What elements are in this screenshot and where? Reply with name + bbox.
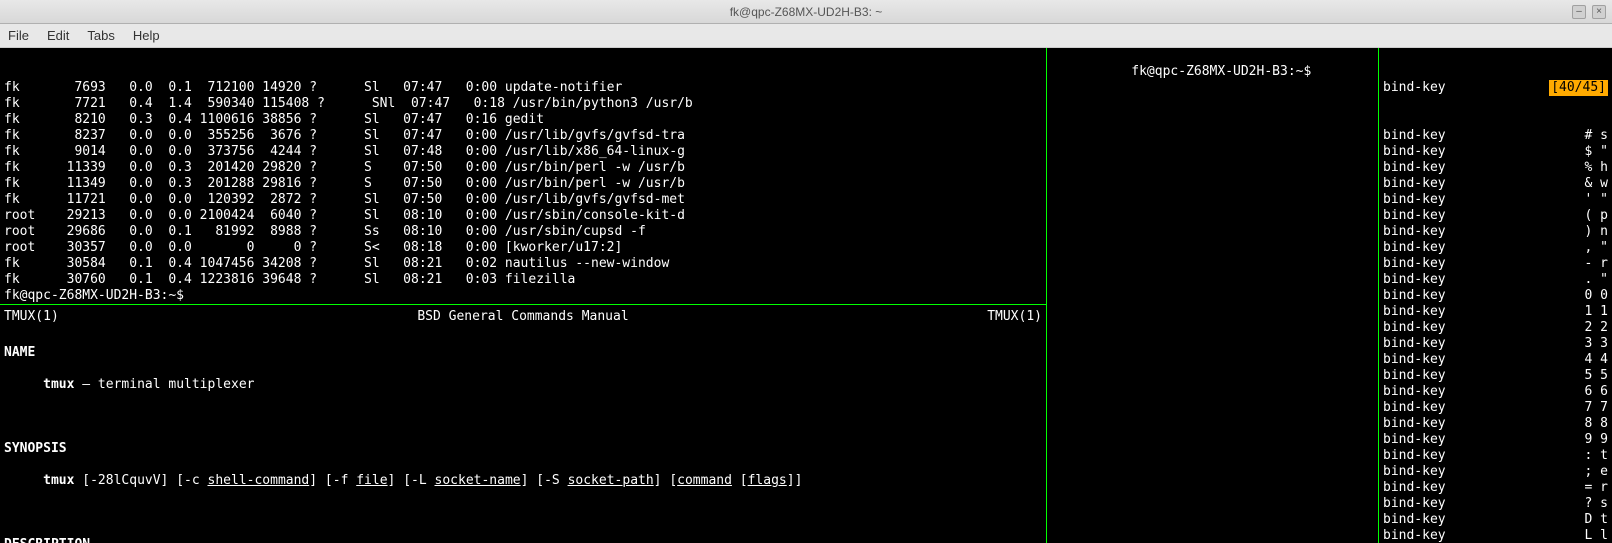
man-synopsis-line: tmux [-28lCquvV] [-c shell-command] [-f …	[4, 473, 1042, 489]
man-header-center: BSD General Commands Manual	[417, 309, 628, 325]
bindkey-counter: [40/45]	[1549, 80, 1608, 96]
window-title: fk@qpc-Z68MX-UD2H-B3: ~	[730, 5, 883, 19]
bindkey-row: bind-key8 8	[1383, 416, 1608, 432]
bindkey-row: bind-key= r	[1383, 480, 1608, 496]
bindkey-row: bind-keyD t	[1383, 512, 1608, 528]
menu-edit[interactable]: Edit	[47, 28, 69, 43]
ps-row: root 29213 0.0 0.0 2100424 6040 ? Sl 08:…	[4, 208, 1042, 224]
ps-row: fk 7693 0.0 0.1 712100 14920 ? Sl 07:47 …	[4, 80, 1042, 96]
man-header-left: TMUX(1)	[4, 309, 59, 325]
bindkey-row: bind-key; e	[1383, 464, 1608, 480]
bindkey-row: bind-key. "	[1383, 272, 1608, 288]
man-name-line: tmux — terminal multiplexer	[4, 377, 1042, 393]
bindkey-row: bind-key' "	[1383, 192, 1608, 208]
ps-row: fk 11339 0.0 0.3 201420 29820 ? S 07:50 …	[4, 160, 1042, 176]
ps-row: fk 11721 0.0 0.0 120392 2872 ? Sl 07:50 …	[4, 192, 1042, 208]
bindkey-row: bind-keyL l	[1383, 528, 1608, 543]
bindkey-row: bind-key( p	[1383, 208, 1608, 224]
bindkey-row: bind-key? s	[1383, 496, 1608, 512]
ps-row: fk 8237 0.0 0.0 355256 3676 ? Sl 07:47 0…	[4, 128, 1042, 144]
bindkey-row: bind-key5 5	[1383, 368, 1608, 384]
menu-help[interactable]: Help	[133, 28, 160, 43]
ps-row: fk 8210 0.3 0.4 1100616 38856 ? Sl 07:47…	[4, 112, 1042, 128]
minimize-button[interactable]: –	[1572, 5, 1586, 19]
ps-prompt[interactable]: fk@qpc-Z68MX-UD2H-B3:~$	[4, 288, 1042, 304]
bindkey-row: bind-key7 7	[1383, 400, 1608, 416]
ps-row: fk 11349 0.0 0.3 201288 29816 ? S 07:50 …	[4, 176, 1042, 192]
close-button[interactable]: ×	[1592, 5, 1606, 19]
man-section-description: DESCRIPTION	[4, 537, 1042, 543]
bindkey-row: bind-key& w	[1383, 176, 1608, 192]
ps-row: fk 9014 0.0 0.0 373756 4244 ? Sl 07:48 0…	[4, 144, 1042, 160]
shell-prompt: fk@qpc-Z68MX-UD2H-B3:~$	[1131, 64, 1311, 79]
bindkey-row: bind-key- r	[1383, 256, 1608, 272]
bindkey-row: bind-key) n	[1383, 224, 1608, 240]
bindkey-row: bind-key1 1	[1383, 304, 1608, 320]
menu-tabs[interactable]: Tabs	[87, 28, 114, 43]
titlebar[interactable]: fk@qpc-Z68MX-UD2H-B3: ~ – ×	[0, 0, 1612, 24]
man-pane[interactable]: TMUX(1) BSD General Commands Manual TMUX…	[0, 305, 1046, 543]
ps-pane[interactable]: fk 7693 0.0 0.1 712100 14920 ? Sl 07:47 …	[0, 48, 1046, 305]
bindkey-row: bind-key9 9	[1383, 432, 1608, 448]
bindkey-label: bind-key	[1383, 80, 1446, 96]
menubar: File Edit Tabs Help	[0, 24, 1612, 48]
bindkey-row: bind-key0 0	[1383, 288, 1608, 304]
bindkey-row: bind-key6 6	[1383, 384, 1608, 400]
bindkey-pane[interactable]: bind-key [40/45] bind-key# sbind-key$ "b…	[1379, 48, 1612, 543]
bindkey-row: bind-key3 3	[1383, 336, 1608, 352]
bindkey-row: bind-key$ "	[1383, 144, 1608, 160]
bindkey-row: bind-key2 2	[1383, 320, 1608, 336]
man-header-right: TMUX(1)	[987, 309, 1042, 325]
man-section-synopsis: SYNOPSIS	[4, 441, 1042, 457]
bindkey-row: bind-key# s	[1383, 128, 1608, 144]
ps-row: root 30357 0.0 0.0 0 0 ? S< 08:18 0:00 […	[4, 240, 1042, 256]
menu-file[interactable]: File	[8, 28, 29, 43]
ps-row: fk 30584 0.1 0.4 1047456 34208 ? Sl 08:2…	[4, 256, 1042, 272]
shell-pane[interactable]: fk@qpc-Z68MX-UD2H-B3:~$	[1047, 48, 1379, 543]
man-section-name: NAME	[4, 345, 1042, 361]
terminal[interactable]: fk 7693 0.0 0.1 712100 14920 ? Sl 07:47 …	[0, 48, 1612, 543]
ps-row: fk 30760 0.1 0.4 1223816 39648 ? Sl 08:2…	[4, 272, 1042, 288]
bindkey-row: bind-key4 4	[1383, 352, 1608, 368]
ps-row: fk 7721 0.4 1.4 590340 115408 ? SNl 07:4…	[4, 96, 1042, 112]
bindkey-row: bind-key: t	[1383, 448, 1608, 464]
bindkey-row: bind-key% h	[1383, 160, 1608, 176]
ps-row: root 29686 0.0 0.1 81992 8988 ? Ss 08:10…	[4, 224, 1042, 240]
bindkey-row: bind-key, "	[1383, 240, 1608, 256]
